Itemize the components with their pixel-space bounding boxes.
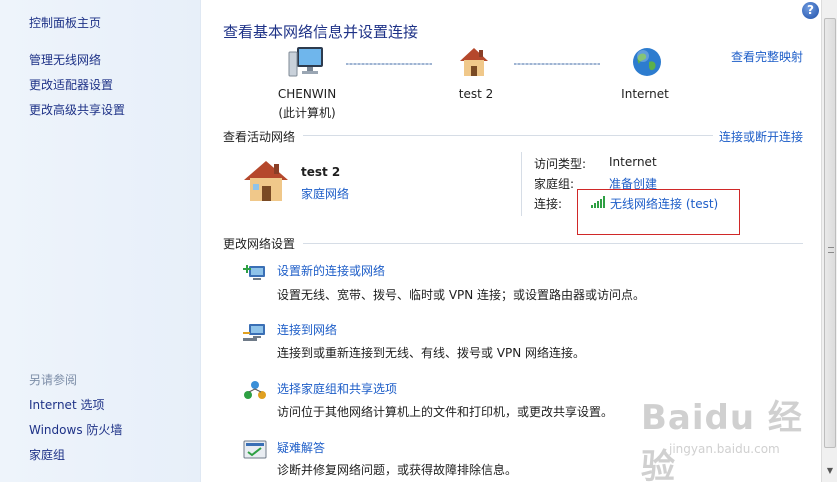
internet-globe-icon[interactable] [631, 46, 663, 78]
sidebar-item-windows-firewall[interactable]: Windows 防火墙 [29, 421, 122, 438]
change-settings-title: 更改网络设置 [223, 237, 296, 251]
divider [303, 243, 803, 244]
sidebar-item-manage-wireless[interactable]: 管理无线网络 [29, 51, 101, 68]
map-connector-2 [514, 63, 600, 65]
active-network-name: test 2 [301, 165, 341, 179]
highlight-box [577, 189, 740, 235]
map-connector-1 [346, 63, 432, 65]
task-connect-network-desc: 连接到或重新连接到无线、有线、拨号或 VPN 网络连接。 [277, 346, 586, 360]
vertical-divider [521, 152, 522, 216]
computer-icon[interactable] [287, 44, 327, 80]
sidebar-item-advanced-sharing[interactable]: 更改高级共享设置 [29, 101, 125, 118]
task-connect-network-link[interactable]: 连接到网络 [277, 321, 337, 338]
computer-name: CHENWIN [277, 87, 337, 101]
computer-subtitle: (此计算机) [278, 106, 336, 120]
baidu-watermark-logo: Baidu 经验 [641, 398, 803, 482]
access-type-label: 访问类型: [534, 157, 587, 171]
scrollbar-grip-icon [828, 247, 834, 253]
help-button[interactable]: ? [802, 2, 819, 19]
home-network-house-icon [241, 158, 291, 204]
page-title: 查看基本网络信息并设置连接 [223, 23, 419, 41]
homegroup-sharing-icon [243, 380, 267, 402]
network-house-icon[interactable] [457, 45, 491, 79]
sidebar: 控制面板主页 管理无线网络 更改适配器设置 更改高级共享设置 另请参阅 Inte… [0, 0, 201, 482]
network-type-link[interactable]: 家庭网络 [301, 185, 349, 202]
task-new-connection-link[interactable]: 设置新的连接或网络 [277, 262, 385, 279]
connect-disconnect-link[interactable]: 连接或断开连接 [719, 128, 803, 145]
task-homegroup-sharing-desc: 访问位于其他网络计算机上的文件和打印机，或更改共享设置。 [277, 405, 614, 419]
new-connection-icon [243, 262, 267, 284]
internet-label: Internet [621, 87, 669, 101]
connection-label: 连接: [534, 197, 563, 211]
sidebar-item-homegroup[interactable]: 家庭组 [29, 446, 65, 463]
main-content: 查看基本网络信息并设置连接 查看完整映射 CHENWIN (此计算机) test [201, 0, 821, 482]
vertical-scrollbar[interactable]: ▼ [821, 0, 837, 482]
see-also-heading: 另请参阅 [29, 373, 78, 387]
task-new-connection-desc: 设置无线、宽带、拨号、临时或 VPN 连接；或设置路由器或访问点。 [277, 288, 646, 302]
divider [303, 135, 713, 136]
task-homegroup-sharing-link[interactable]: 选择家庭组和共享选项 [277, 380, 397, 397]
scrollbar-thumb[interactable] [824, 18, 836, 448]
access-type-value: Internet [609, 155, 657, 169]
connect-network-icon [243, 321, 267, 343]
homegroup-label: 家庭组: [534, 177, 575, 191]
network-map-name: test 2 [458, 87, 494, 101]
active-networks-title: 查看活动网络 [223, 130, 296, 144]
sidebar-item-adapter-settings[interactable]: 更改适配器设置 [29, 76, 113, 93]
sidebar-item-internet-options[interactable]: Internet 选项 [29, 396, 104, 413]
baidu-watermark-url: jingyan.baidu.com [669, 442, 780, 456]
task-troubleshoot-desc: 诊断并修复网络问题，或获得故障排除信息。 [277, 463, 518, 477]
sidebar-home-link[interactable]: 控制面板主页 [29, 14, 101, 31]
scroll-down-arrow-icon[interactable]: ▼ [824, 466, 836, 480]
troubleshoot-icon [243, 439, 267, 461]
task-troubleshoot-link[interactable]: 疑难解答 [277, 439, 325, 456]
view-full-map-link[interactable]: 查看完整映射 [731, 48, 803, 65]
